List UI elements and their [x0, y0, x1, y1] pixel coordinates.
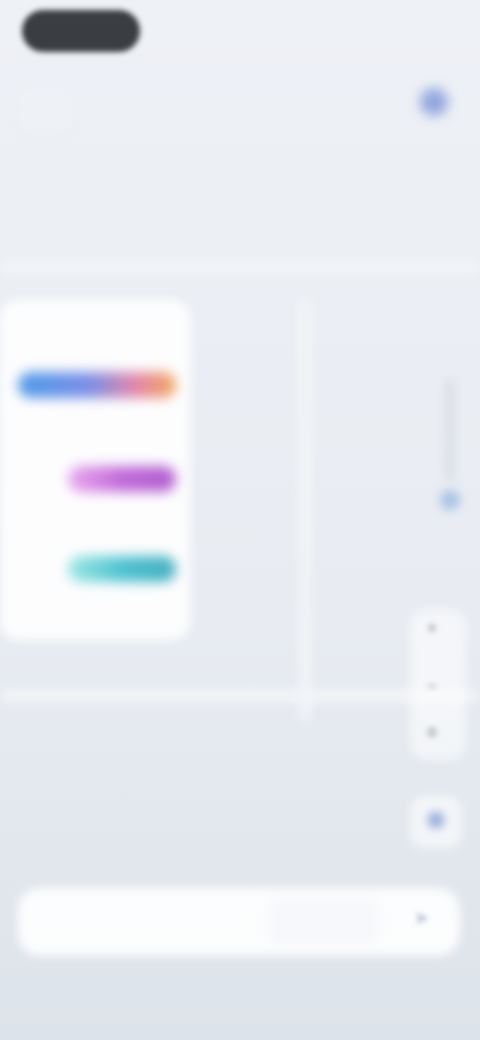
locate-icon	[428, 812, 444, 828]
search-action-button[interactable]	[268, 898, 380, 946]
zoom-out-icon[interactable]: −	[420, 676, 444, 697]
legend-gradient-bar	[18, 372, 176, 398]
top-bar	[0, 70, 480, 140]
legend-gradient-bar	[68, 556, 176, 582]
zoom-in-icon[interactable]: +	[420, 618, 444, 639]
layers-icon[interactable]: ≡	[420, 722, 444, 743]
map-road	[300, 300, 310, 720]
locate-button[interactable]	[410, 796, 462, 848]
legend-title	[18, 320, 148, 342]
compass-icon[interactable]	[440, 380, 460, 510]
back-button[interactable]	[18, 90, 74, 130]
legend-gradient-bar	[68, 466, 176, 492]
map-road	[0, 262, 480, 272]
map-road	[0, 690, 480, 702]
send-icon[interactable]: ➤	[414, 908, 429, 929]
bottom-search-bar	[18, 888, 460, 956]
status-pill	[22, 10, 140, 52]
location-marker-icon[interactable]	[420, 88, 448, 116]
